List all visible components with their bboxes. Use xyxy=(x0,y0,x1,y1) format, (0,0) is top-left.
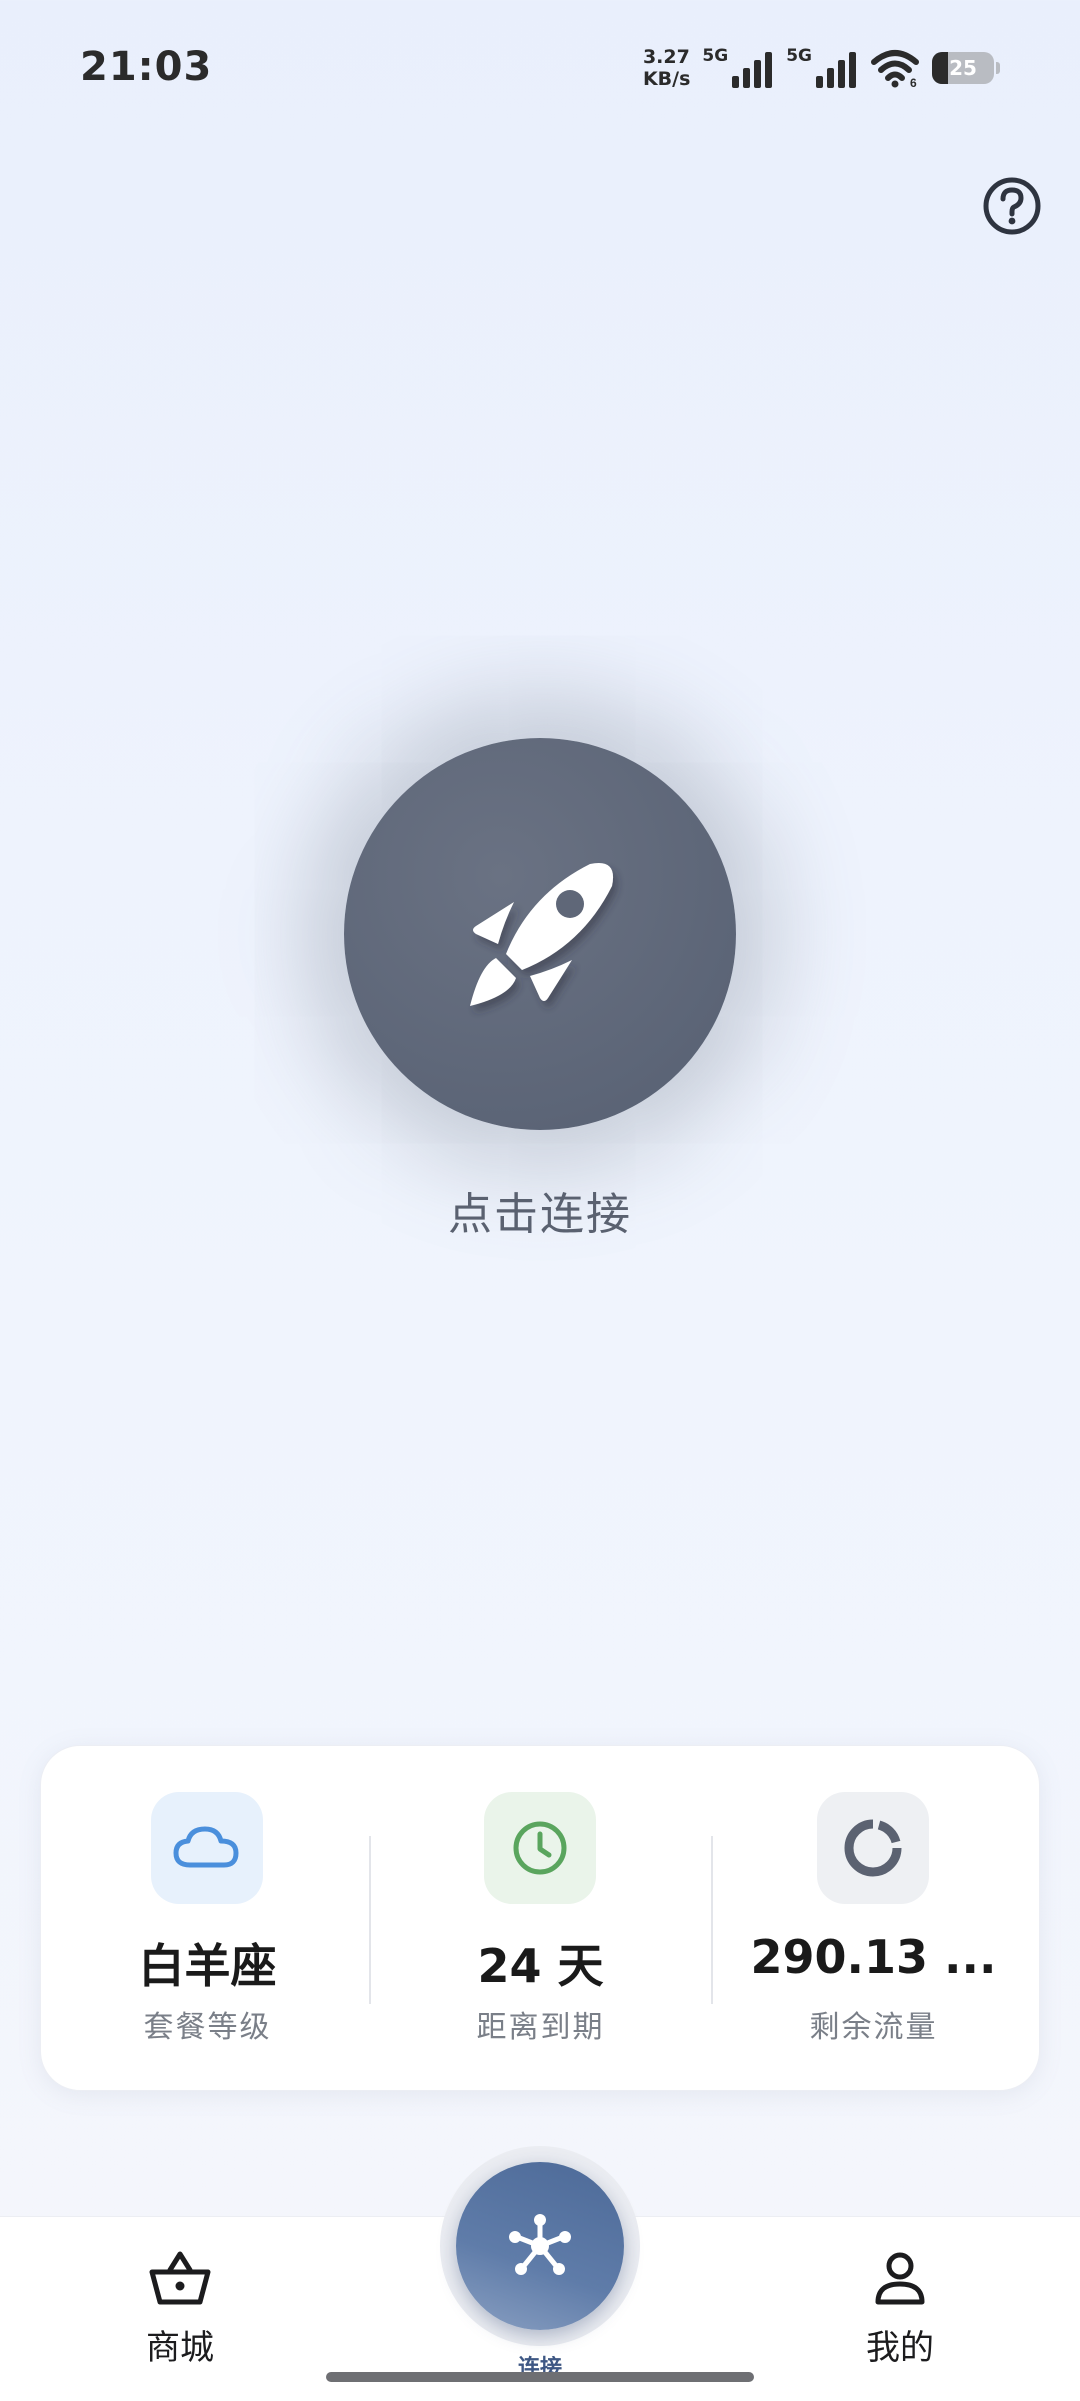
plan-level-value: 白羊座 xyxy=(138,1939,277,1993)
nav-item-profile[interactable]: 我的 xyxy=(800,2250,1000,2369)
remaining-traffic-value: 290.13 ... xyxy=(750,1930,997,1984)
connect-label: 点击连接 xyxy=(448,1189,632,1240)
remaining-traffic-caption: 剩余流量 xyxy=(809,2010,938,2045)
battery-level: 25 xyxy=(949,56,977,80)
subscription-info-card: 白羊座 套餐等级 24 天 距离到期 290.13 ... 剩余流量 xyxy=(40,1745,1040,2091)
expiry-caption: 距离到期 xyxy=(476,2010,605,2045)
clock-icon xyxy=(513,1821,567,1875)
cloud-icon xyxy=(173,1826,239,1868)
home-indicator[interactable] xyxy=(326,2372,754,2382)
battery-indicator: 25 xyxy=(932,52,1000,84)
expiry-icon-box xyxy=(484,1792,596,1904)
divider xyxy=(369,1836,371,2004)
plan-level-stat: 白羊座 套餐等级 xyxy=(41,1746,374,2092)
donut-chart-icon xyxy=(844,1819,902,1877)
signal-bars-icon xyxy=(816,52,856,88)
help-button[interactable] xyxy=(982,176,1042,236)
nav-label-shop: 商城 xyxy=(146,2328,214,2368)
status-time: 21:03 xyxy=(80,44,213,90)
battery-icon: 25 xyxy=(932,52,994,84)
traffic-icon-box xyxy=(817,1792,929,1904)
nav-item-shop[interactable]: 商城 xyxy=(80,2250,280,2369)
plan-level-caption: 套餐等级 xyxy=(143,2010,272,2045)
expiry-value: 24 天 xyxy=(477,1939,604,1993)
signal-bars-icon xyxy=(732,52,773,88)
nav-item-connect[interactable] xyxy=(456,2162,624,2330)
network-hub-icon xyxy=(509,2214,571,2275)
sim1-network-type: 5G xyxy=(702,46,729,66)
nav-label-profile: 我的 xyxy=(866,2328,934,2368)
network-speed-unit: KB/s xyxy=(642,68,691,90)
battery-tip xyxy=(996,62,1000,74)
rocket-icon xyxy=(470,862,614,1006)
connect-button[interactable] xyxy=(344,738,736,1130)
network-speed: 3.27 KB/s xyxy=(643,46,690,90)
question-mark-icon xyxy=(983,177,1041,235)
plan-icon-box xyxy=(151,1792,263,1904)
shopping-basket-icon xyxy=(149,2251,211,2305)
sim1-signal: 5G xyxy=(702,46,774,90)
sim2-network-type: 5G xyxy=(786,46,812,66)
remaining-traffic-stat: 290.13 ... 剩余流量 xyxy=(707,1746,1040,2092)
expiry-stat: 24 天 距离到期 xyxy=(374,1746,707,2092)
sim2-signal: 5G xyxy=(786,46,858,90)
status-icons: 3.27 KB/s 5G 5G 6 25 xyxy=(643,42,1000,94)
network-speed-value: 3.27 xyxy=(642,46,690,68)
user-icon xyxy=(875,2252,925,2305)
wifi-icon: 6 xyxy=(871,50,919,88)
status-bar: 21:03 3.27 KB/s 5G 5G 6 25 xyxy=(0,0,1080,140)
svg-text:6: 6 xyxy=(910,76,917,88)
